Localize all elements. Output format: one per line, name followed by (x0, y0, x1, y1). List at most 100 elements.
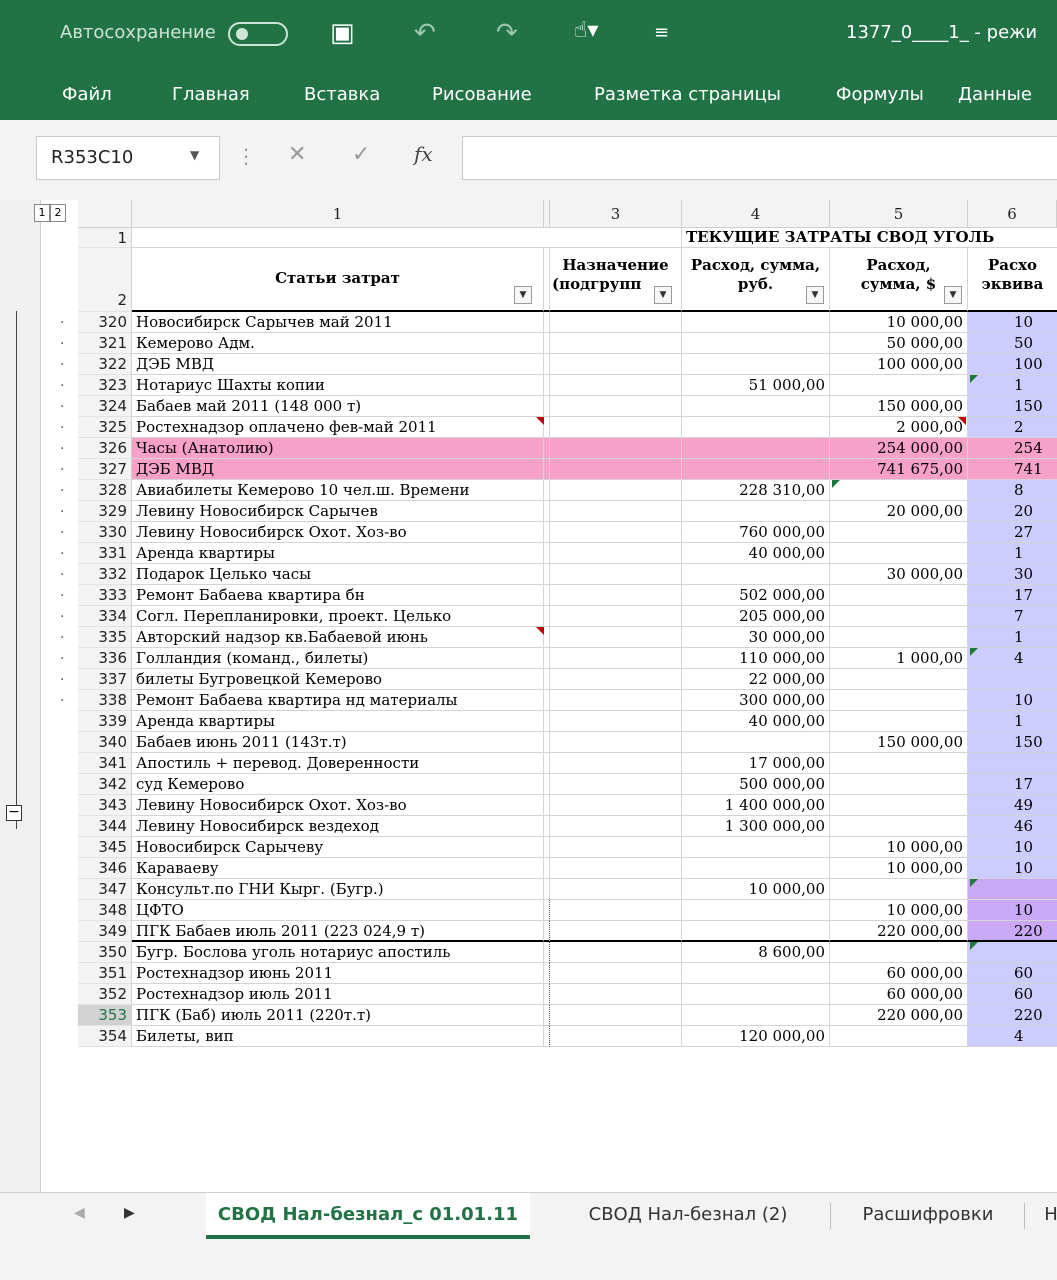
cell-purpose[interactable] (550, 375, 682, 396)
cell-expense-usd[interactable]: 60 000,00 (830, 963, 968, 984)
filter-dropdown-icon[interactable]: ▼ (944, 286, 962, 304)
error-indicator-icon[interactable] (832, 480, 840, 488)
cell-expense-usd[interactable] (830, 816, 968, 837)
cell-cost-item[interactable]: суд Кемерово (132, 774, 544, 795)
scroll-right-icon[interactable]: ▶ (124, 1205, 135, 1221)
cell-purpose[interactable] (550, 606, 682, 627)
cell-expense-rub[interactable]: 40 000,00 (682, 711, 830, 732)
cell-expense-equiv[interactable]: 8 (968, 480, 1057, 501)
cell-purpose[interactable] (550, 879, 682, 900)
row-header[interactable]: 348 (78, 900, 132, 921)
cell-purpose[interactable] (550, 585, 682, 606)
cell-expense-usd[interactable]: 10 000,00 (830, 858, 968, 879)
cell-expense-rub[interactable] (682, 312, 830, 333)
column-header-4[interactable]: 4 (682, 200, 830, 228)
cell-expense-rub[interactable] (682, 417, 830, 438)
row-header[interactable]: 347 (78, 879, 132, 900)
cell-expense-rub[interactable]: 502 000,00 (682, 585, 830, 606)
row-header[interactable]: 322 (78, 354, 132, 375)
cell-expense-usd[interactable]: 254 000,00 (830, 438, 968, 459)
cell-expense-usd[interactable] (830, 669, 968, 690)
cell-expense-usd[interactable]: 220 000,00 (830, 921, 968, 942)
cell-expense-usd[interactable]: 150 000,00 (830, 732, 968, 753)
row-header[interactable]: 323 (78, 375, 132, 396)
cell-cost-item[interactable]: Часы (Анатолию) (132, 438, 544, 459)
name-box-dropdown-icon[interactable]: ▼ (190, 148, 199, 162)
comment-indicator-icon[interactable] (536, 627, 544, 635)
cell-expense-usd[interactable]: 220 000,00 (830, 1005, 968, 1026)
cell-expense-rub[interactable]: 30 000,00 (682, 627, 830, 648)
cell-expense-usd[interactable] (830, 627, 968, 648)
row-header[interactable]: 326 (78, 438, 132, 459)
cell-expense-equiv[interactable] (968, 669, 1057, 690)
cell-expense-equiv[interactable] (968, 942, 1057, 963)
cell-purpose[interactable] (550, 543, 682, 564)
error-indicator-icon[interactable] (970, 375, 978, 383)
cell-cost-item[interactable]: Ремонт Бабаева квартира бн (132, 585, 544, 606)
tab-file[interactable]: Файл (62, 84, 112, 105)
tab-page-layout[interactable]: Разметка страницы (594, 84, 781, 105)
save-icon[interactable]: ▣ (330, 18, 355, 48)
cell-expense-equiv[interactable]: 1 (968, 711, 1057, 732)
cell-purpose[interactable] (550, 396, 682, 417)
cell-purpose[interactable] (550, 480, 682, 501)
cancel-icon[interactable]: ✕ (288, 142, 306, 167)
customize-toolbar-icon[interactable]: ≡ (654, 22, 669, 43)
cell-purpose[interactable] (550, 501, 682, 522)
cell-expense-equiv[interactable]: 1 (968, 543, 1057, 564)
cell-expense-usd[interactable]: 100 000,00 (830, 354, 968, 375)
cell-expense-rub[interactable]: 40 000,00 (682, 543, 830, 564)
row-header[interactable]: 344 (78, 816, 132, 837)
cell-cost-item[interactable]: Подарок Целько часы (132, 564, 544, 585)
cell-expense-usd[interactable] (830, 711, 968, 732)
filter-dropdown-icon[interactable]: ▼ (806, 286, 824, 304)
row-header[interactable]: 321 (78, 333, 132, 354)
cell-expense-equiv[interactable]: 46 (968, 816, 1057, 837)
cell-cost-item[interactable]: Левину Новосибирск Охот. Хоз-во (132, 795, 544, 816)
cell-cost-item[interactable]: Бабаев май 2011 (148 000 т) (132, 396, 544, 417)
cell-expense-usd[interactable] (830, 942, 968, 963)
scroll-left-icon[interactable]: ◀ (74, 1205, 85, 1221)
cell-cost-item[interactable]: Нотариус Шахты копии (132, 375, 544, 396)
cell-expense-rub[interactable]: 51 000,00 (682, 375, 830, 396)
cell-expense-usd[interactable]: 10 000,00 (830, 312, 968, 333)
cell-expense-equiv[interactable]: 49 (968, 795, 1057, 816)
row-header[interactable]: 336 (78, 648, 132, 669)
row-header[interactable]: 333 (78, 585, 132, 606)
row-header[interactable]: 337 (78, 669, 132, 690)
column-header-3[interactable]: 3 (550, 200, 682, 228)
cell-expense-rub[interactable] (682, 396, 830, 417)
row-header[interactable]: 345 (78, 837, 132, 858)
cell-purpose[interactable] (550, 942, 682, 963)
cell-expense-usd[interactable]: 741 675,00 (830, 459, 968, 480)
cell-purpose[interactable] (550, 417, 682, 438)
cell-expense-rub[interactable] (682, 984, 830, 1005)
row-header[interactable]: 2 (78, 248, 132, 312)
cell-expense-usd[interactable]: 2 000,00 (830, 417, 968, 438)
cell-expense-rub[interactable] (682, 732, 830, 753)
sheet-tab[interactable]: СВОД Нал-безнал (2) (546, 1193, 830, 1239)
cell-expense-equiv[interactable]: 4 (968, 648, 1057, 669)
cell-cost-item[interactable]: ДЭБ МВД (132, 459, 544, 480)
row-header[interactable]: 338 (78, 690, 132, 711)
select-all-corner[interactable] (78, 200, 132, 228)
cell-expense-usd[interactable] (830, 543, 968, 564)
cell-expense-rub[interactable] (682, 837, 830, 858)
comment-indicator-icon[interactable] (536, 417, 544, 425)
cell-cost-item[interactable]: Ростехнадзор оплачено фев-май 2011 (132, 417, 544, 438)
cell-purpose[interactable] (550, 438, 682, 459)
cell-purpose[interactable] (550, 312, 682, 333)
cell-expense-rub[interactable]: 1 300 000,00 (682, 816, 830, 837)
cell-expense-usd[interactable] (830, 375, 968, 396)
cell-expense-equiv[interactable]: 10 (968, 858, 1057, 879)
tab-insert[interactable]: Вставка (304, 84, 380, 105)
cell-expense-equiv[interactable]: 1 (968, 375, 1057, 396)
cell-cost-item[interactable]: Консульт.по ГНИ Кырг. (Бугр.) (132, 879, 544, 900)
cell-expense-usd[interactable] (830, 606, 968, 627)
cell-expense-equiv[interactable]: 17 (968, 585, 1057, 606)
cell-cost-item[interactable]: Голландия (команд., билеты) (132, 648, 544, 669)
cell-expense-usd[interactable] (830, 774, 968, 795)
cell-cost-item[interactable]: Авиабилеты Кемерово 10 чел.ш. Времени (132, 480, 544, 501)
cell-expense-usd[interactable] (830, 795, 968, 816)
cell-expense-equiv[interactable]: 7 (968, 606, 1057, 627)
